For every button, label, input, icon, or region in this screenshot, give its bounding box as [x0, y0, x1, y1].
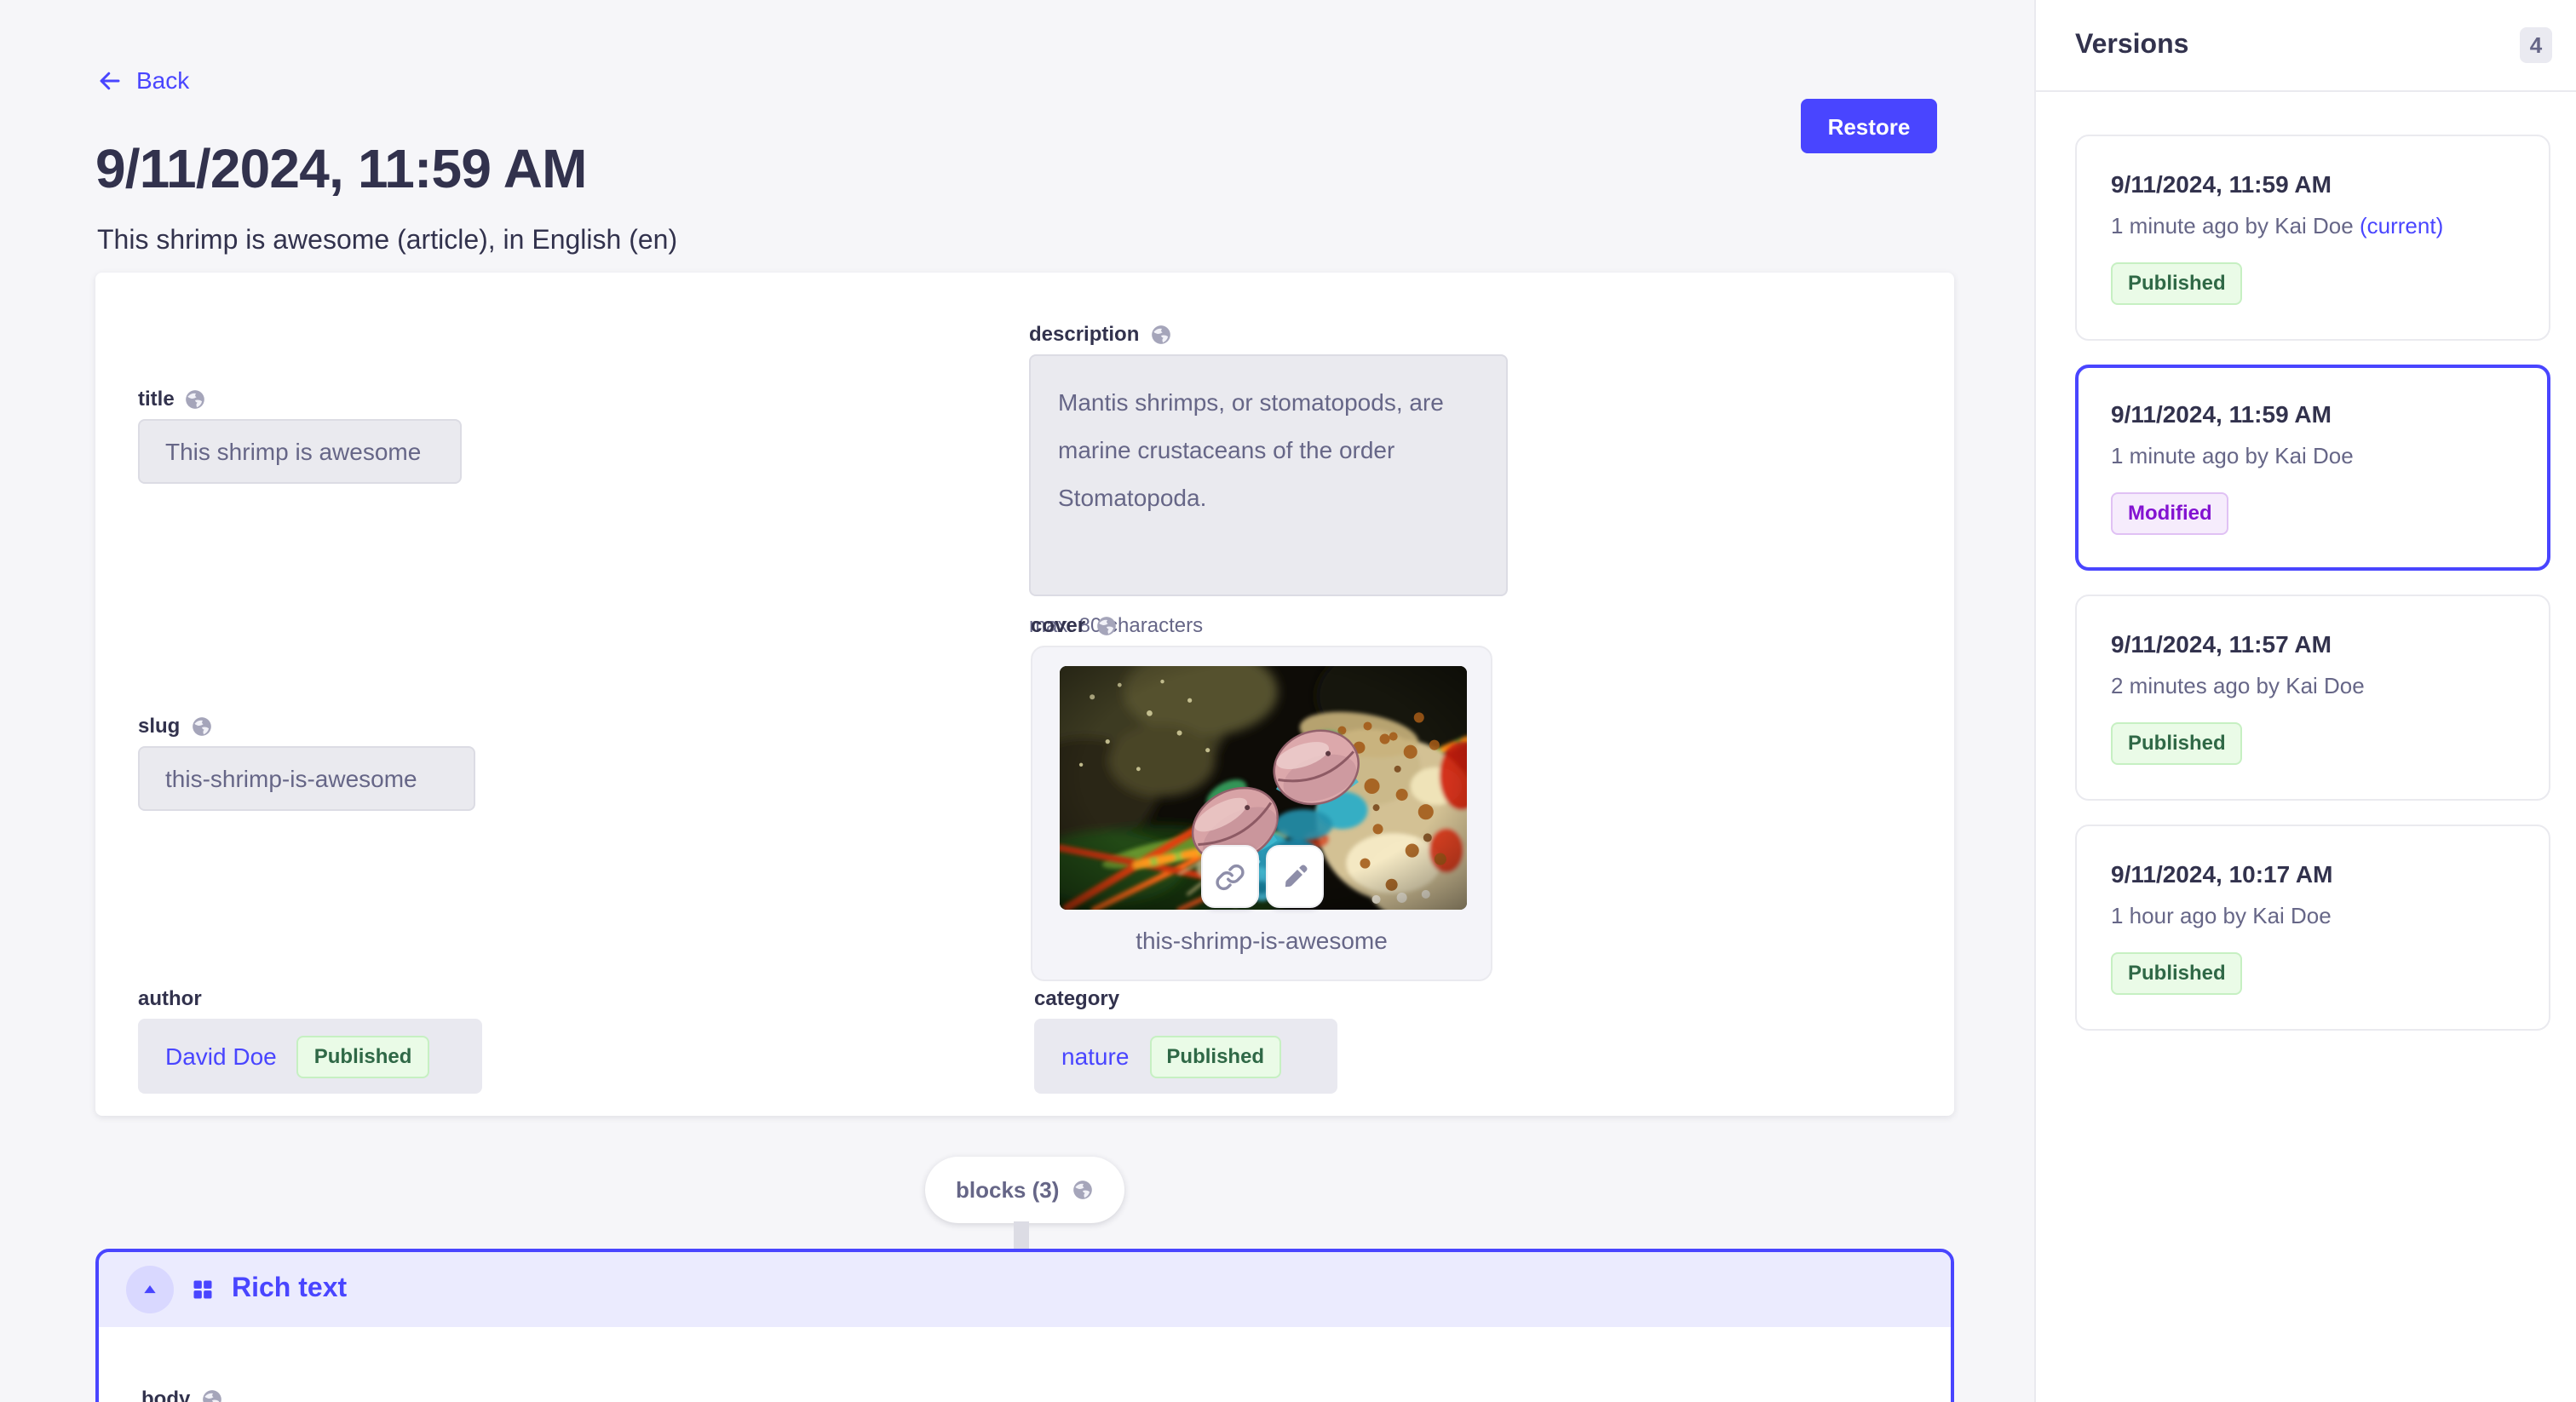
- rich-text-block-body: body: [99, 1327, 1951, 1402]
- version-date: 9/11/2024, 11:59 AM: [2111, 170, 2515, 198]
- globe-icon: [200, 1388, 222, 1402]
- version-status-badge: Published: [2111, 952, 2243, 995]
- field-author: author David Doe Published: [138, 986, 482, 1094]
- cover-link-button[interactable]: [1200, 845, 1258, 908]
- author-status-badge: Published: [297, 1035, 429, 1077]
- field-body-label: body: [141, 1387, 190, 1402]
- globe-icon: [185, 388, 207, 410]
- field-title-label-row: title: [138, 387, 462, 411]
- author-link[interactable]: David Doe: [165, 1043, 277, 1070]
- field-slug-label: slug: [138, 714, 180, 738]
- back-label: Back: [136, 66, 189, 94]
- blocks-pill-connector: [1014, 1221, 1029, 1250]
- version-meta-text: 1 hour ago by Kai Doe: [2111, 903, 2332, 928]
- field-category-label: category: [1034, 986, 1119, 1010]
- version-date: 9/11/2024, 11:57 AM: [2111, 630, 2515, 658]
- rich-text-block-panel: Rich text body: [95, 1249, 1954, 1402]
- version-status-badge: Modified: [2111, 492, 2229, 535]
- field-cover-label-row: cover: [1031, 613, 1492, 637]
- field-title-label: title: [138, 387, 175, 411]
- slug-input: [138, 746, 475, 811]
- version-card[interactable]: 9/11/2024, 11:59 AM 1 minute ago by Kai …: [2075, 135, 2550, 341]
- blocks-pill-label: blocks (3): [956, 1177, 1059, 1203]
- version-status-badge: Published: [2111, 262, 2243, 305]
- versions-sidebar: Versions 4 9/11/2024, 11:59 AM 1 minute …: [2034, 0, 2576, 1402]
- version-list: 9/11/2024, 11:59 AM 1 minute ago by Kai …: [2036, 92, 2576, 1031]
- field-title: title: [138, 387, 462, 484]
- page-title: 9/11/2024, 11:59 AM: [95, 138, 587, 201]
- version-meta: 1 minute ago by Kai Doe (current): [2111, 213, 2515, 238]
- version-history-page: Back 9/11/2024, 11:59 AM This shrimp is …: [0, 0, 2576, 1402]
- version-status-badge: Published: [2111, 722, 2243, 765]
- rich-text-block-header: Rich text: [99, 1252, 1951, 1327]
- version-meta: 1 minute ago by Kai Doe: [2111, 443, 2515, 468]
- field-cover: cover: [1031, 613, 1492, 981]
- cover-actions: [1200, 845, 1323, 908]
- rich-text-block-title: Rich text: [232, 1274, 347, 1305]
- main-content: Back 9/11/2024, 11:59 AM This shrimp is …: [0, 0, 2034, 1402]
- cover-edit-button[interactable]: [1265, 845, 1323, 908]
- description-textarea: Mantis shrimps, or stomatopods, are mari…: [1029, 354, 1508, 596]
- back-link[interactable]: Back: [97, 66, 189, 94]
- grid-icon: [191, 1278, 215, 1301]
- category-link[interactable]: nature: [1061, 1043, 1129, 1070]
- globe-icon: [1149, 323, 1171, 345]
- field-description: description Mantis shrimps, or stomatopo…: [1029, 322, 1508, 637]
- version-meta: 1 hour ago by Kai Doe: [2111, 903, 2515, 928]
- field-category-label-row: category: [1034, 986, 1337, 1010]
- category-status-badge: Published: [1149, 1035, 1281, 1077]
- field-description-label: description: [1029, 322, 1139, 346]
- globe-icon: [1095, 614, 1118, 636]
- field-slug-label-row: slug: [138, 714, 475, 738]
- version-card[interactable]: 9/11/2024, 10:17 AM 1 hour ago by Kai Do…: [2075, 825, 2550, 1031]
- page-subtitle: This shrimp is awesome (article), in Eng…: [97, 227, 677, 257]
- field-author-label: author: [138, 986, 202, 1010]
- title-input: [138, 419, 462, 484]
- globe-icon: [1071, 1179, 1093, 1201]
- globe-icon: [190, 715, 212, 737]
- pencil-icon: [1279, 861, 1309, 892]
- version-card-selected[interactable]: 9/11/2024, 11:59 AM 1 minute ago by Kai …: [2075, 365, 2550, 571]
- link-icon: [1214, 861, 1245, 892]
- cover-media-card: this-shrimp-is-awesome: [1031, 646, 1492, 981]
- version-meta-text: 1 minute ago by Kai Doe: [2111, 213, 2354, 238]
- entry-form-card: title description Mantis shrimps, or sto…: [95, 273, 1954, 1116]
- chevron-up-icon: [141, 1281, 158, 1298]
- collapse-block-button[interactable]: [126, 1266, 174, 1313]
- field-body-label-row: body: [141, 1387, 222, 1402]
- version-meta-text: 2 minutes ago by Kai Doe: [2111, 673, 2365, 698]
- cover-caption: this-shrimp-is-awesome: [1032, 927, 1491, 954]
- field-author-label-row: author: [138, 986, 482, 1010]
- version-date: 9/11/2024, 10:17 AM: [2111, 860, 2515, 888]
- category-relation-box: nature Published: [1034, 1019, 1337, 1094]
- restore-button[interactable]: Restore: [1801, 99, 1937, 153]
- field-category: category nature Published: [1034, 986, 1337, 1094]
- arrow-left-icon: [97, 67, 123, 93]
- versions-sidebar-header: Versions 4: [2036, 0, 2576, 92]
- field-description-label-row: description: [1029, 322, 1508, 346]
- versions-title: Versions: [2075, 30, 2188, 60]
- version-current-tag: (current): [2360, 213, 2443, 238]
- version-meta-text: 1 minute ago by Kai Doe: [2111, 443, 2354, 468]
- author-relation-box: David Doe Published: [138, 1019, 482, 1094]
- version-card[interactable]: 9/11/2024, 11:57 AM 2 minutes ago by Kai…: [2075, 595, 2550, 801]
- field-slug: slug: [138, 714, 475, 811]
- versions-count-badge: 4: [2520, 27, 2552, 63]
- blocks-field-pill: blocks (3): [925, 1157, 1124, 1223]
- field-cover-label: cover: [1031, 613, 1085, 637]
- version-date: 9/11/2024, 11:59 AM: [2111, 400, 2515, 428]
- version-meta: 2 minutes ago by Kai Doe: [2111, 673, 2515, 698]
